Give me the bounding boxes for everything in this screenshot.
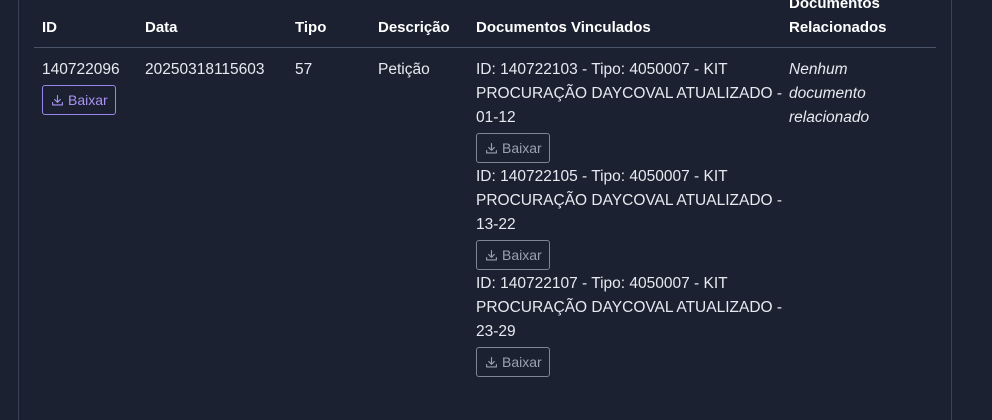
download-icon: [485, 142, 498, 155]
linked-doc-2-download-button[interactable]: Baixar: [476, 240, 550, 270]
linked-doc-1-download-label: Baixar: [502, 140, 542, 156]
related-docs-line-3: relacionado: [789, 109, 870, 126]
related-docs-line-1: Nenhum: [789, 61, 848, 78]
header-data: Data: [145, 19, 178, 36]
header-id: ID: [42, 19, 57, 36]
linked-doc-1-line-3: 01-12: [476, 109, 516, 126]
linked-doc-3-line-2: PROCURAÇÃO DAYCOVAL ATUALIZADO -: [476, 299, 783, 316]
download-icon: [485, 249, 498, 262]
linked-doc-3-download-label: Baixar: [502, 354, 542, 370]
download-icon: [485, 356, 498, 369]
linked-doc-2-line-3: 13-22: [476, 216, 516, 233]
cell-descricao: Petição: [378, 61, 430, 78]
linked-doc-2-line-1: ID: 140722105 - Tipo: 4050007 - KIT: [476, 168, 728, 185]
download-icon: [51, 94, 64, 107]
header-tipo: Tipo: [295, 19, 327, 36]
linked-doc-2-line-2: PROCURAÇÃO DAYCOVAL ATUALIZADO -: [476, 192, 783, 209]
linked-doc-1-line-1: ID: 140722103 - Tipo: 4050007 - KIT: [476, 61, 728, 78]
header-divider: [34, 47, 936, 48]
linked-doc-2-download-label: Baixar: [502, 247, 542, 263]
header-documentos-relacionados-line2: Relacionados: [789, 19, 887, 36]
related-docs-line-2: documento: [789, 85, 866, 102]
header-documentos-vinculados: Documentos Vinculados: [476, 19, 651, 36]
linked-doc-3-line-3: 23-29: [476, 323, 516, 340]
cell-tipo: 57: [295, 61, 313, 78]
header-descricao: Descrição: [378, 19, 450, 36]
linked-doc-1-download-button[interactable]: Baixar: [476, 133, 550, 163]
linked-doc-3-download-button[interactable]: Baixar: [476, 347, 550, 377]
linked-doc-1-line-2: PROCURAÇÃO DAYCOVAL ATUALIZADO -: [476, 85, 783, 102]
cell-data: 20250318115603: [145, 61, 265, 78]
cell-id: 140722096: [42, 61, 120, 78]
header-documentos-relacionados-line1: Documentos: [789, 0, 880, 12]
download-button-label: Baixar: [68, 92, 108, 108]
linked-doc-3-line-1: ID: 140722107 - Tipo: 4050007 - KIT: [476, 275, 728, 292]
download-button[interactable]: Baixar: [42, 85, 116, 115]
